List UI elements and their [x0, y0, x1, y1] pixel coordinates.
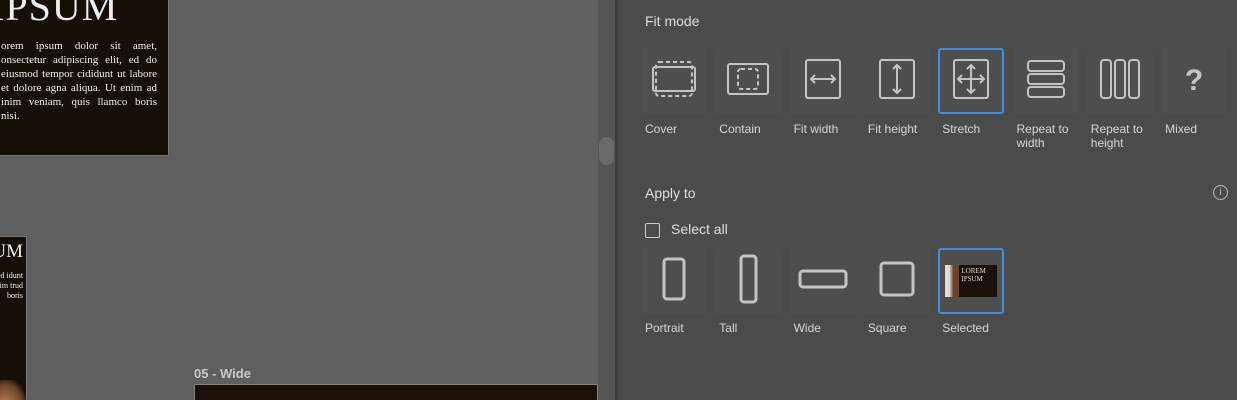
fit-mode-fit-height-button[interactable] [863, 48, 930, 114]
card-title: UM [0, 241, 23, 262]
apply-to-label: Wide [793, 321, 821, 335]
question-icon: ? [1184, 64, 1204, 97]
repeat-height-icon [1098, 58, 1142, 104]
card-body: met, , sed idunt agna inim trud boris [0, 271, 23, 300]
fit-mode-heading: Fit mode [645, 13, 700, 29]
tall-shape-icon [723, 254, 773, 309]
square-shape-icon [872, 254, 922, 309]
portrait-shape-icon [649, 254, 699, 309]
apply-to-selected-button[interactable]: LOREM IPSUM [938, 248, 1005, 314]
apply-to-label: Square [867, 321, 907, 335]
canvas-area[interactable]: IPSUM orem ipsum dolor sit amet, onsecte… [0, 0, 598, 400]
thumbnail-text: LOREM IPSUM [961, 267, 986, 283]
select-all-checkbox[interactable] [645, 223, 660, 238]
apply-to-label: Portrait [645, 321, 684, 335]
fit-height-icon [875, 58, 919, 104]
apply-to-tall-button[interactable] [715, 248, 782, 314]
fit-mode-repeat-to-width-button[interactable] [1012, 48, 1079, 114]
scrollbar-thumb[interactable] [599, 137, 614, 165]
card-title: IPSUM [0, 0, 119, 29]
portrait-image [0, 380, 26, 400]
apply-to-portrait-button[interactable] [641, 248, 707, 314]
contain-icon [726, 59, 770, 104]
info-icon[interactable]: i [1213, 185, 1228, 200]
fit-mode-label: Fit width [793, 122, 839, 136]
wide-shape-icon [798, 254, 848, 309]
repeat-width-icon [1024, 59, 1068, 104]
panel-divider[interactable] [615, 0, 618, 400]
select-all-label[interactable]: Select all [671, 221, 728, 237]
page-label: 05 - Wide [194, 366, 251, 381]
fit-mode-label: Mixed [1165, 122, 1198, 136]
fit-mode-label: Repeat to height [1090, 122, 1143, 150]
fit-mode-label: Repeat to width [1016, 122, 1069, 150]
fit-mode-label: Cover [645, 122, 678, 136]
scrollbar[interactable] [598, 0, 615, 400]
fit-mode-stretch-button[interactable] [938, 48, 1005, 114]
fit-mode-repeat-to-height-button[interactable] [1086, 48, 1153, 114]
fit-mode-label: Fit height [867, 122, 918, 136]
page-card-wide[interactable] [194, 384, 598, 400]
apply-to-heading: Apply to [645, 185, 696, 201]
apply-to-label: Tall [719, 321, 738, 335]
page-card[interactable]: UM met, , sed idunt agna inim trud boris [0, 236, 27, 400]
fit-mode-cover-button[interactable] [641, 48, 707, 114]
apply-to-label: Selected [942, 321, 989, 335]
card-body: orem ipsum dolor sit amet, onsectetur ad… [1, 40, 157, 122]
fit-mode-label: Stretch [942, 122, 981, 136]
fit-mode-label: Contain [719, 122, 761, 136]
fit-mode-fit-width-button[interactable] [789, 48, 856, 114]
fit-mode-contain-button[interactable] [715, 48, 782, 114]
fit-mode-mixed-button[interactable]: ? [1161, 48, 1228, 114]
stretch-icon [949, 58, 993, 104]
fit-width-icon [801, 58, 845, 104]
selected-thumbnail: LOREM IPSUM [945, 265, 998, 297]
cover-icon [652, 59, 696, 104]
page-card[interactable]: IPSUM orem ipsum dolor sit amet, onsecte… [0, 0, 169, 156]
apply-to-wide-button[interactable] [789, 248, 856, 314]
apply-to-square-button[interactable] [863, 248, 930, 314]
